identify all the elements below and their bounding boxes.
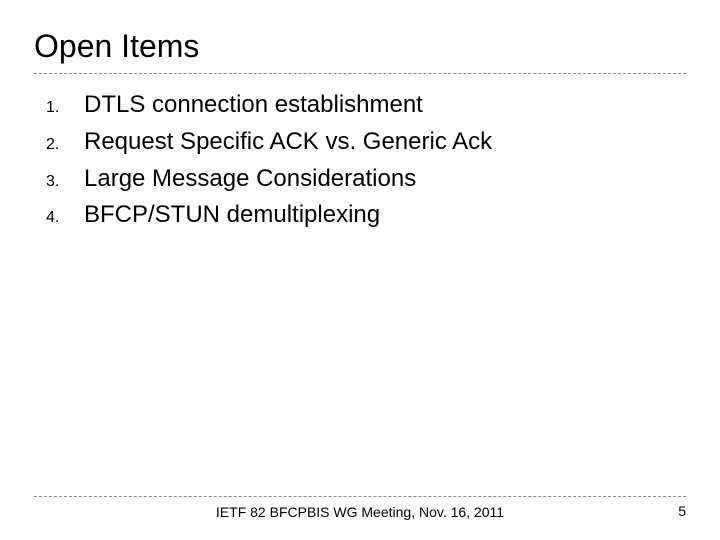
- list-item: 2. Request Specific ACK vs. Generic Ack: [34, 125, 686, 160]
- slide-footer: IETF 82 BFCPBIS WG Meeting, Nov. 16, 201…: [34, 496, 686, 522]
- list-text: BFCP/STUN demultiplexing: [84, 198, 686, 233]
- list-number: 3.: [34, 170, 84, 193]
- list-item: 1. DTLS connection establishment: [34, 88, 686, 123]
- footer-row: IETF 82 BFCPBIS WG Meeting, Nov. 16, 201…: [34, 503, 686, 522]
- divider-bottom: [34, 496, 686, 497]
- slide: Open Items 1. DTLS connection establishm…: [0, 0, 720, 540]
- page-number: 5: [656, 503, 686, 519]
- footer-text: IETF 82 BFCPBIS WG Meeting, Nov. 16, 201…: [64, 503, 656, 522]
- list-number: 4.: [34, 206, 84, 229]
- list-number: 2.: [34, 133, 84, 156]
- list-number: 1.: [34, 96, 84, 119]
- list-text: Large Message Considerations: [84, 162, 686, 197]
- divider-top: [34, 73, 686, 74]
- list-text: Request Specific ACK vs. Generic Ack: [84, 125, 686, 160]
- open-items-list: 1. DTLS connection establishment 2. Requ…: [34, 88, 686, 233]
- slide-title: Open Items: [34, 28, 686, 65]
- list-item: 3. Large Message Considerations: [34, 162, 686, 197]
- list-item: 4. BFCP/STUN demultiplexing: [34, 198, 686, 233]
- list-text: DTLS connection establishment: [84, 88, 686, 123]
